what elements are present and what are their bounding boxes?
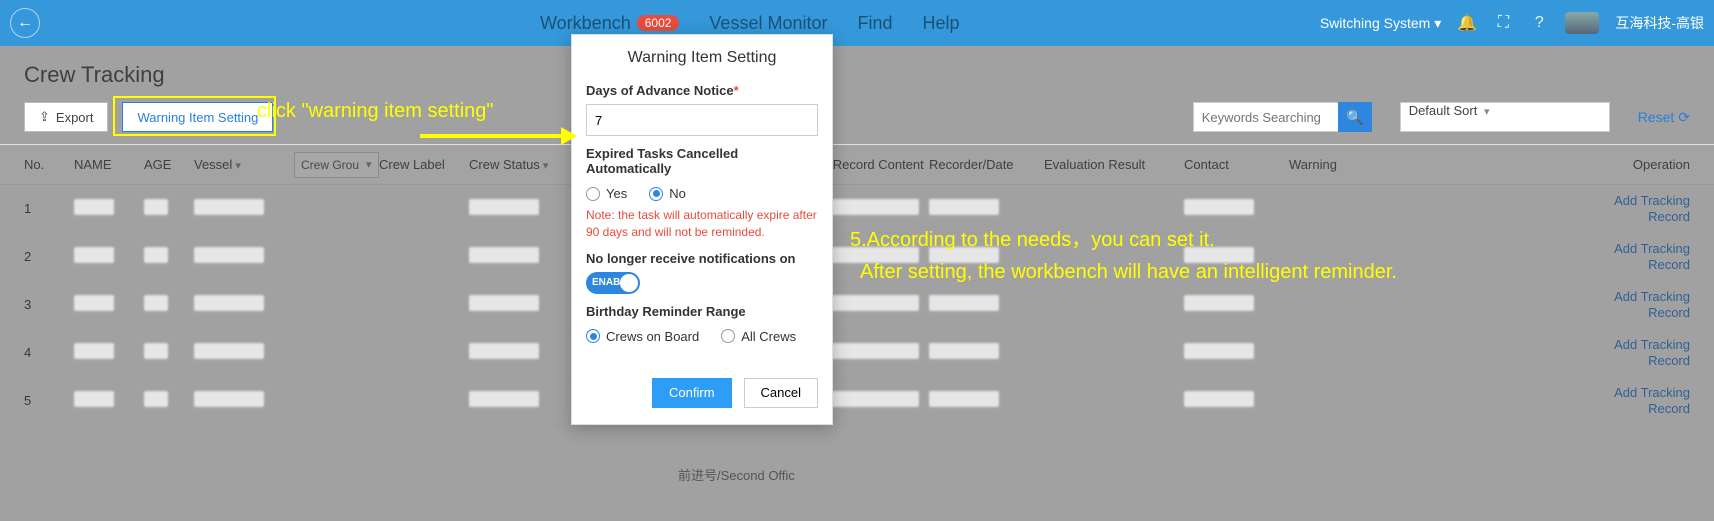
fullscreen-icon[interactable]: ⛶ (1493, 13, 1513, 33)
birthday-range-label: Birthday Reminder Range (586, 304, 818, 319)
partial-row-text: 前进号/Second Offic (678, 465, 795, 484)
help-icon[interactable]: ? (1529, 13, 1549, 33)
annotation-arrow (420, 134, 575, 138)
cell-age (144, 247, 168, 263)
cell-date (929, 391, 999, 407)
crews-on-board-radio[interactable]: Crews on Board (586, 329, 699, 344)
cell-name (74, 295, 114, 311)
cell-age (144, 343, 168, 359)
cell-vessel (194, 199, 264, 215)
upload-icon: ⇪ (39, 109, 50, 125)
sort-value: Default Sort (1409, 103, 1478, 118)
cell-record (819, 391, 919, 407)
radio-icon (586, 329, 600, 343)
app-header: ← Workbench 6002 Vessel Monitor Find Hel… (0, 0, 1714, 46)
cell-age (144, 391, 168, 407)
annotation-click-warning: click "warning item setting" (257, 100, 494, 123)
cell-contact (1184, 343, 1254, 359)
cell-age (144, 199, 168, 215)
advance-notice-label: Days of Advance Notice* (586, 83, 818, 98)
export-label: Export (56, 110, 94, 125)
radio-icon (586, 187, 600, 201)
confirm-button[interactable]: Confirm (652, 378, 732, 408)
refresh-icon: ⟳ (1678, 109, 1690, 126)
cell-vessel (194, 295, 264, 311)
nav-help[interactable]: Help (923, 13, 960, 34)
nav-vessel-monitor[interactable]: Vessel Monitor (709, 13, 827, 34)
sort-select[interactable]: Default Sort (1400, 102, 1610, 132)
notif-toggle[interactable]: ENABL (586, 272, 640, 294)
modal-title: Warning Item Setting (572, 35, 832, 83)
radio-icon (649, 187, 663, 201)
reset-label: Reset (1638, 109, 1675, 125)
notif-off-label: No longer receive notifications on (586, 251, 818, 266)
cancel-button[interactable]: Cancel (744, 378, 818, 408)
cell-contact (1184, 199, 1254, 215)
switching-system-label: Switching System (1320, 15, 1430, 31)
reset-link[interactable]: Reset ⟳ (1638, 109, 1690, 126)
cell-vessel (194, 343, 264, 359)
annotation-explanation: 5.According to the needs，you can set it.… (850, 224, 1550, 288)
cell-name (74, 199, 114, 215)
expired-no-radio[interactable]: No (649, 186, 686, 201)
highlight-rect (113, 96, 276, 136)
chevron-down-icon: ▾ (1434, 15, 1441, 32)
cell-record (819, 295, 919, 311)
toggle-knob (620, 274, 638, 292)
cell-status (469, 295, 539, 311)
expire-note: Note: the task will automatically expire… (586, 207, 818, 241)
radio-icon (721, 329, 735, 343)
cell-contact (1184, 391, 1254, 407)
search-button[interactable]: 🔍 (1338, 102, 1372, 132)
avatar[interactable] (1565, 12, 1599, 34)
expired-yes-radio[interactable]: Yes (586, 186, 627, 201)
cell-record (819, 199, 919, 215)
advance-notice-input[interactable] (586, 104, 818, 136)
cell-record (819, 343, 919, 359)
cell-status (469, 247, 539, 263)
cell-status (469, 343, 539, 359)
cell-status (469, 391, 539, 407)
cell-age (144, 295, 168, 311)
nav-label: Workbench (540, 13, 631, 34)
all-crews-radio[interactable]: All Crews (721, 329, 796, 344)
cell-date (929, 199, 999, 215)
back-button[interactable]: ← (10, 8, 40, 38)
nav-workbench[interactable]: Workbench 6002 (540, 13, 679, 34)
cell-vessel (194, 391, 264, 407)
search-icon: 🔍 (1346, 109, 1363, 126)
switching-system-dropdown[interactable]: Switching System ▾ (1320, 15, 1442, 32)
user-name: 互海科技-高银 (1615, 13, 1704, 33)
cell-date (929, 295, 999, 311)
cell-date (929, 343, 999, 359)
expired-cancel-label: Expired Tasks Cancelled Automatically (586, 146, 818, 176)
cell-name (74, 343, 114, 359)
cell-name (74, 247, 114, 263)
bell-icon[interactable]: 🔔 (1457, 13, 1477, 33)
warning-item-setting-modal: Warning Item Setting Days of Advance Not… (571, 34, 833, 425)
cell-contact (1184, 295, 1254, 311)
search-input[interactable] (1193, 102, 1338, 132)
cell-vessel (194, 247, 264, 263)
nav-find[interactable]: Find (857, 13, 892, 34)
cell-name (74, 391, 114, 407)
export-button[interactable]: ⇪ Export (24, 102, 108, 132)
cell-status (469, 199, 539, 215)
badge-count: 6002 (637, 15, 680, 31)
